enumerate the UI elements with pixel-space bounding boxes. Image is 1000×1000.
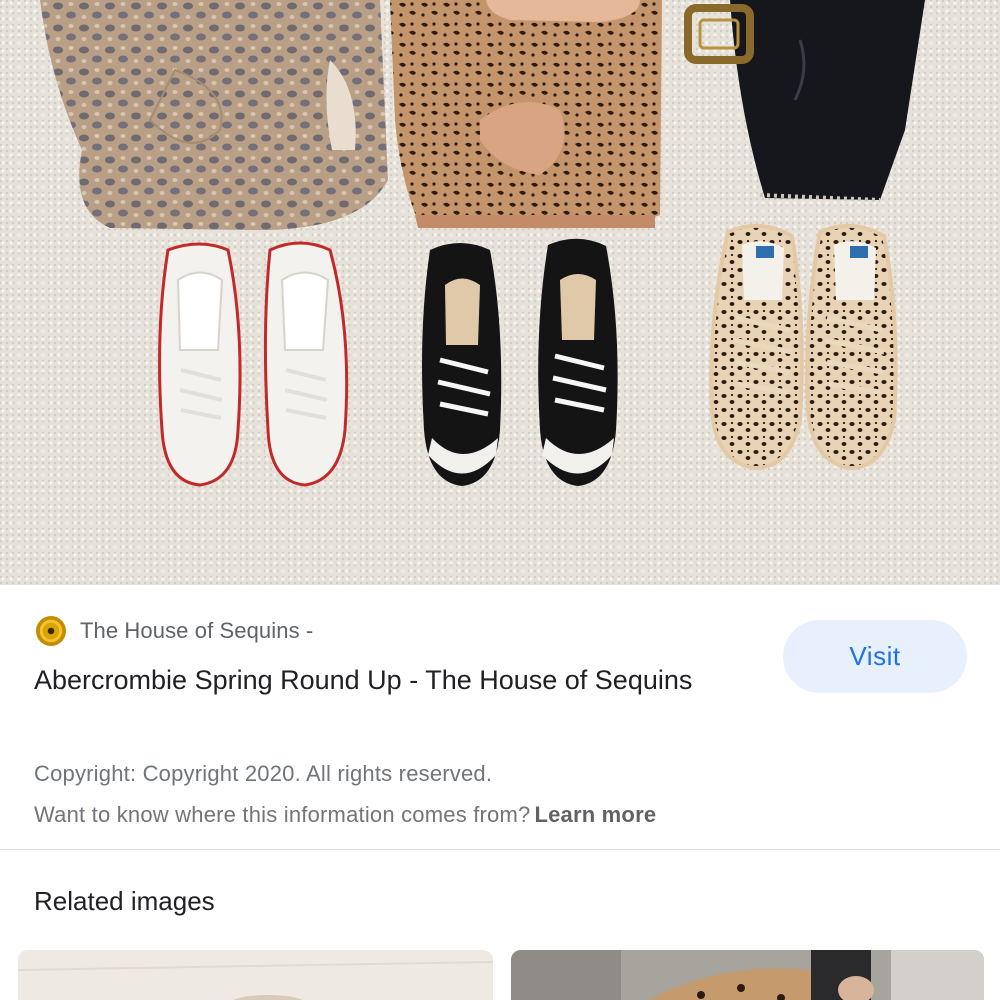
learn-more-link[interactable]: Learn more	[534, 802, 656, 827]
sequin-favicon-icon	[36, 616, 66, 646]
related-image-1[interactable]	[18, 950, 493, 1000]
source-name[interactable]: The House of Sequins -	[80, 618, 313, 644]
copyright-text: Copyright: Copyright 2020. All rights re…	[34, 761, 493, 786]
source-row[interactable]: The House of Sequins -	[36, 614, 313, 648]
related-image-2-photo	[511, 950, 984, 1000]
result-title[interactable]: Abercrombie Spring Round Up - The House …	[34, 660, 714, 701]
related-image-2[interactable]	[511, 950, 984, 1000]
related-images-heading: Related images	[34, 886, 215, 916]
main-image[interactable]	[0, 0, 1000, 585]
outfit-flatlay-photo	[40, 0, 925, 487]
related-image-1-photo	[18, 950, 493, 1000]
visit-button[interactable]: Visit	[783, 620, 967, 693]
info-prompt: Want to know where this information come…	[34, 802, 531, 827]
section-divider	[0, 849, 1000, 850]
info-line: Want to know where this information come…	[34, 802, 656, 828]
